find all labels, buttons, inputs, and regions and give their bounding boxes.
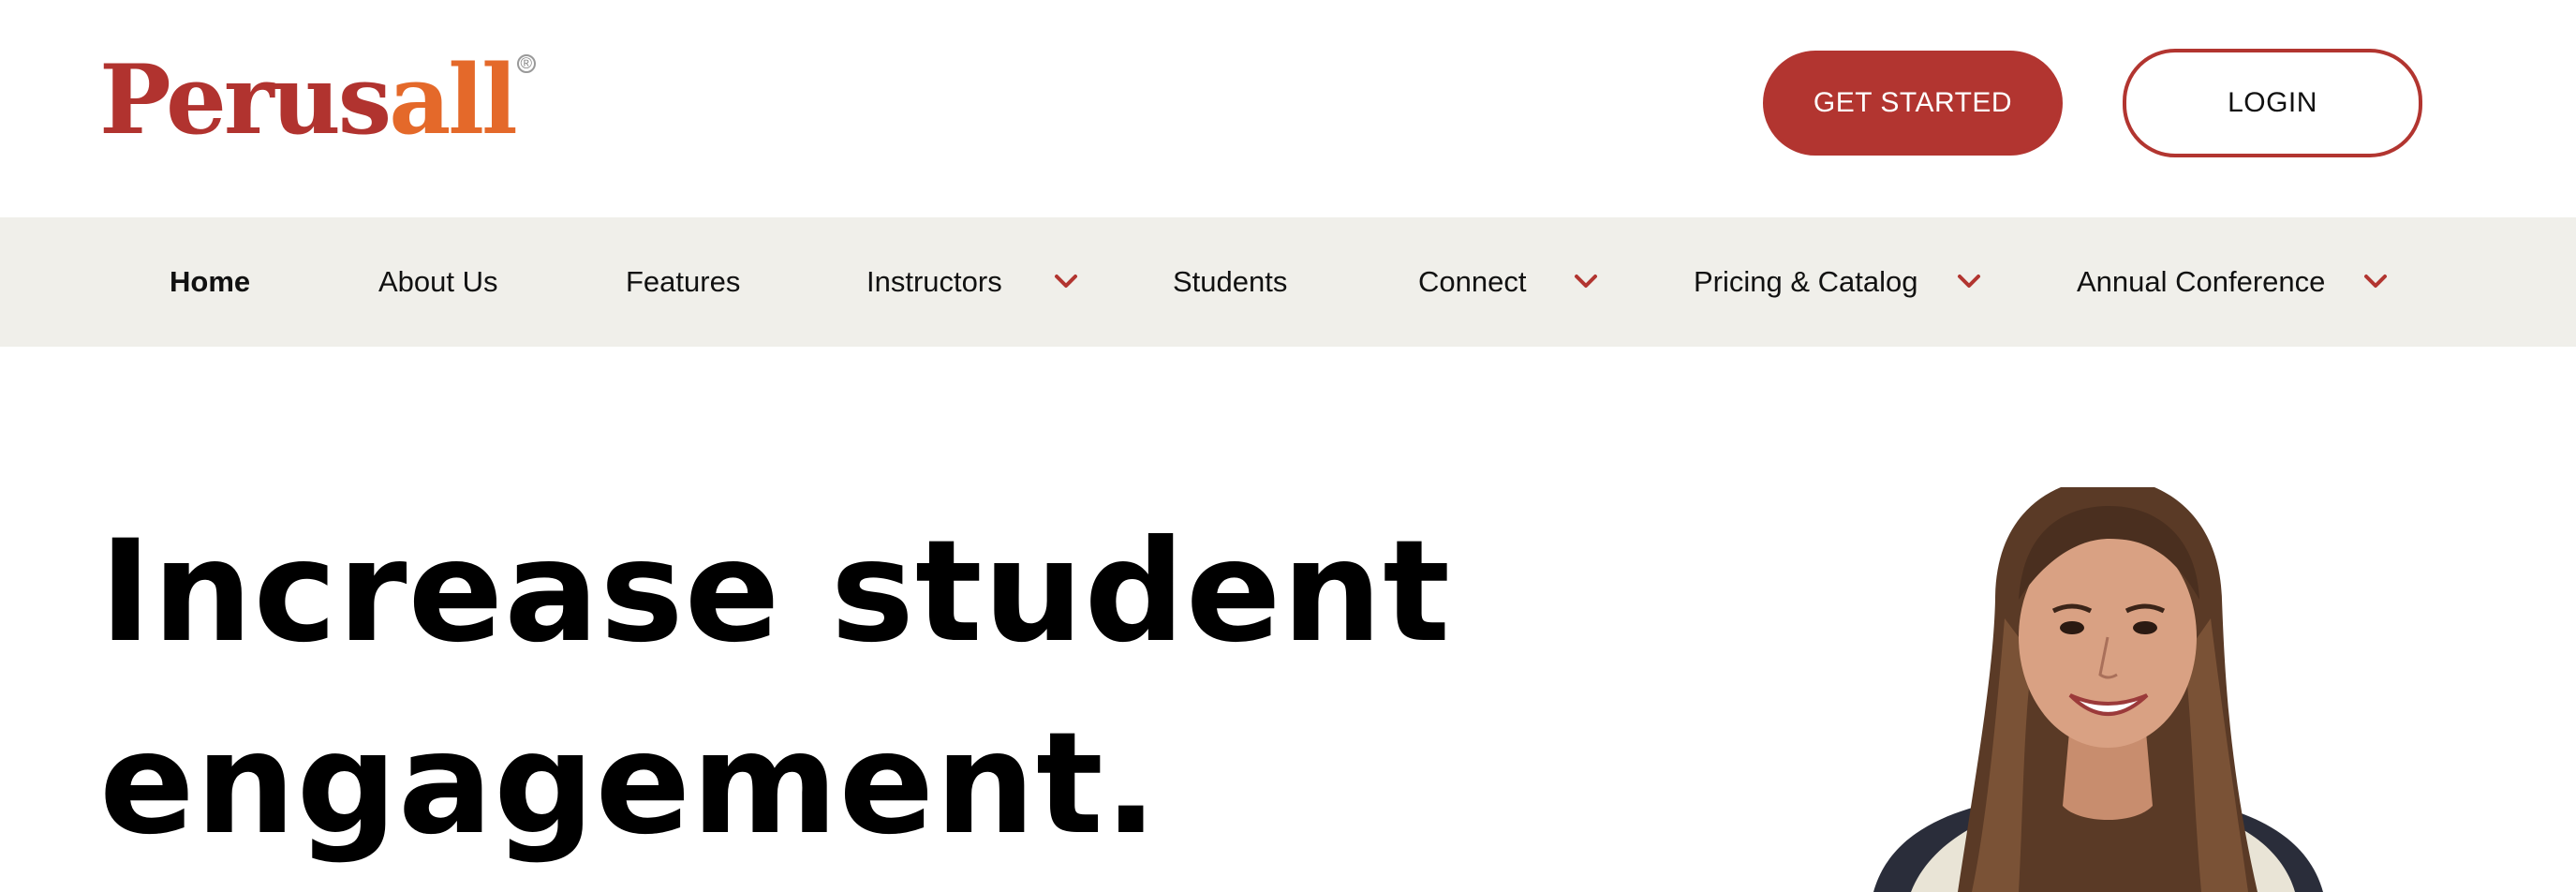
nav-item-connect[interactable]: Connect xyxy=(1418,217,1526,347)
registered-mark: ® xyxy=(516,54,536,73)
get-started-button[interactable]: GET STARTED xyxy=(1763,51,2063,156)
logo-wordmark: Perusall xyxy=(99,44,518,156)
hero-title-line-1: Increase student xyxy=(99,511,1452,674)
perusall-logo[interactable]: Perusall ® xyxy=(99,49,536,152)
nav-item-features[interactable]: Features xyxy=(626,217,740,347)
hero-title-line-2: engagement. xyxy=(99,703,1159,866)
nav-item-pricing-catalog[interactable]: Pricing & Catalog xyxy=(1694,217,1918,347)
nav-item-about-us[interactable]: About Us xyxy=(378,217,498,347)
nav-item-annual-conference[interactable]: Annual Conference xyxy=(2077,217,2325,347)
chevron-down-icon[interactable] xyxy=(1053,268,1079,294)
site-header: Perusall ® GET STARTED LOGIN xyxy=(0,0,2576,217)
chevron-down-icon[interactable] xyxy=(1573,268,1599,294)
chevron-down-icon[interactable] xyxy=(2362,268,2389,294)
nav-item-home[interactable]: Home xyxy=(170,217,250,347)
hero-title: Increase student engagement. xyxy=(99,497,1504,881)
nav-item-students[interactable]: Students xyxy=(1173,217,1287,347)
nav-item-instructors[interactable]: Instructors xyxy=(866,217,1002,347)
login-button[interactable]: LOGIN xyxy=(2123,49,2422,157)
student-portrait-image xyxy=(1855,487,2342,892)
chevron-down-icon[interactable] xyxy=(1956,268,1982,294)
main-nav: Home About Us Features Instructors Stude… xyxy=(0,217,2576,347)
